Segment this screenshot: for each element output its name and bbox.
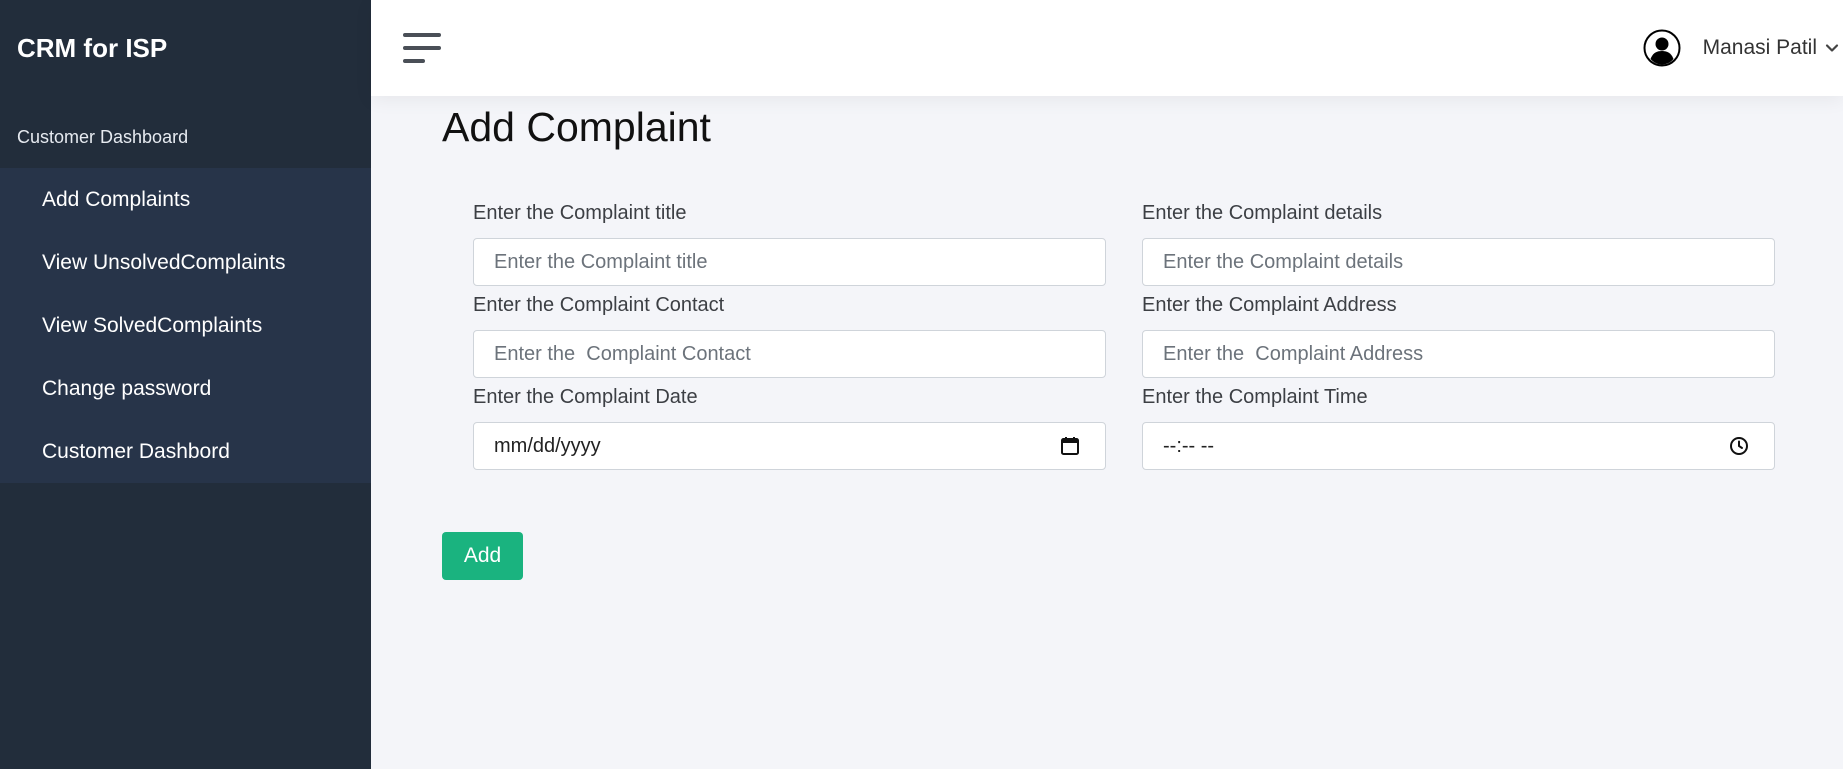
complaint-title-input[interactable] bbox=[473, 238, 1106, 286]
app-root: CRM for ISP Customer Dashboard Add Compl… bbox=[0, 0, 1843, 769]
sidebar-section-label: Customer Dashboard bbox=[17, 126, 189, 147]
form-row: Enter the Complaint title Enter the Comp… bbox=[473, 194, 1775, 286]
complaint-contact-input[interactable] bbox=[473, 330, 1106, 378]
time-placeholder: --:-- -- bbox=[1163, 434, 1215, 457]
complaint-time-field: Enter the Complaint Time --:-- -- bbox=[1142, 378, 1775, 470]
sidebar-item-view-solved-complaints[interactable]: View SolvedComplaints bbox=[0, 294, 371, 357]
menu-icon[interactable] bbox=[403, 33, 441, 63]
complaint-date-input[interactable]: mm/dd/yyyy bbox=[473, 422, 1106, 470]
complaint-contact-label: Enter the Complaint Contact bbox=[473, 293, 725, 316]
form-row: Enter the Complaint Contact Enter the Co… bbox=[473, 286, 1775, 378]
clock-icon[interactable] bbox=[1728, 435, 1750, 457]
form-row: Enter the Complaint Date mm/dd/yyyy Ente… bbox=[473, 378, 1775, 470]
sidebar-item-customer-dashboard[interactable]: Customer Dashbord bbox=[0, 420, 371, 483]
sidebar-item-view-unsolved-complaints[interactable]: View UnsolvedComplaints bbox=[0, 231, 371, 294]
add-button[interactable]: Add bbox=[442, 532, 523, 580]
complaint-date-label: Enter the Complaint Date bbox=[473, 385, 698, 408]
content: Add Complaint Enter the Complaint title … bbox=[371, 96, 1843, 769]
complaint-address-field: Enter the Complaint Address bbox=[1142, 286, 1775, 378]
sidebar-item-change-password[interactable]: Change password bbox=[0, 357, 371, 420]
sidebar-item-add-complaints[interactable]: Add Complaints bbox=[0, 168, 371, 231]
complaint-address-input[interactable] bbox=[1142, 330, 1775, 378]
chevron-down-icon bbox=[1825, 44, 1839, 52]
main-area: Manasi Patil Add Complaint Enter the Com… bbox=[371, 0, 1843, 769]
complaint-form: Enter the Complaint title Enter the Comp… bbox=[473, 194, 1775, 470]
complaint-title-field: Enter the Complaint title bbox=[473, 194, 1106, 286]
complaint-details-label: Enter the Complaint details bbox=[1142, 201, 1383, 224]
complaint-time-label: Enter the Complaint Time bbox=[1142, 385, 1368, 408]
date-placeholder: mm/dd/yyyy bbox=[494, 434, 601, 457]
complaint-title-label: Enter the Complaint title bbox=[473, 201, 687, 224]
complaint-details-input[interactable] bbox=[1142, 238, 1775, 286]
sidebar-menu: Add Complaints View UnsolvedComplaints V… bbox=[0, 168, 371, 483]
user-menu[interactable]: Manasi Patil bbox=[1643, 0, 1843, 96]
calendar-icon[interactable] bbox=[1059, 435, 1081, 457]
user-avatar-icon bbox=[1643, 29, 1681, 67]
complaint-address-label: Enter the Complaint Address bbox=[1142, 293, 1397, 316]
user-name: Manasi Patil bbox=[1702, 36, 1817, 59]
brand-title: CRM for ISP bbox=[17, 32, 168, 63]
complaint-time-input[interactable]: --:-- -- bbox=[1142, 422, 1775, 470]
page-title: Add Complaint bbox=[442, 104, 711, 150]
sidebar: CRM for ISP Customer Dashboard Add Compl… bbox=[0, 0, 371, 769]
complaint-details-field: Enter the Complaint details bbox=[1142, 194, 1775, 286]
complaint-contact-field: Enter the Complaint Contact bbox=[473, 286, 1106, 378]
complaint-date-field: Enter the Complaint Date mm/dd/yyyy bbox=[473, 378, 1106, 470]
topbar: Manasi Patil bbox=[371, 0, 1843, 96]
